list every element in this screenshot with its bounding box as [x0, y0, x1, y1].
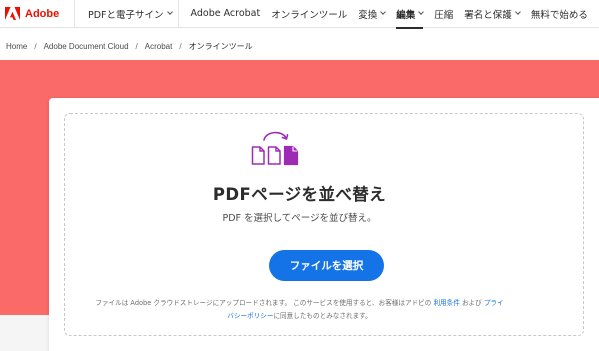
nav-item-convert[interactable]: 変換: [358, 0, 387, 28]
chevron-down-icon: [418, 9, 425, 15]
adobe-logo[interactable]: Adobe: [0, 0, 75, 28]
breadcrumb: Home / Adobe Document Cloud / Acrobat / …: [6, 41, 253, 52]
adobe-a-icon: [5, 7, 20, 20]
chevron-down-icon: [166, 9, 173, 15]
terms-of-use-link[interactable]: 利用条件: [433, 299, 459, 307]
nav-item-label: 変換: [358, 9, 378, 21]
breadcrumb-home[interactable]: Home: [6, 42, 27, 51]
nav-item-adobe-acrobat[interactable]: Adobe Acrobat: [191, 0, 261, 28]
nav-item-label: Adobe Acrobat: [190, 8, 261, 19]
nav-item-edit[interactable]: 編集: [396, 0, 425, 29]
nav-item-sign-protect[interactable]: 署名と保護: [464, 0, 521, 28]
nav-item-label: 圧縮: [434, 9, 454, 21]
privacy-policy-link-part-1[interactable]: プライ: [484, 299, 504, 307]
breadcrumb-current: オンラインツール: [188, 42, 253, 51]
privacy-policy-link-part-2[interactable]: バシーポリシー: [227, 312, 273, 320]
breadcrumb-separator: /: [34, 42, 37, 51]
nav-item-label: 署名と保護: [464, 9, 512, 21]
nav-item-online-tools[interactable]: オンラインツール: [271, 0, 347, 28]
tool-title: PDFページを並べ替え: [212, 185, 387, 204]
legal-text-line-2: バシーポリシーに同意したものとみなされます。: [0, 310, 599, 320]
breadcrumb-acrobat[interactable]: Acrobat: [145, 42, 173, 51]
nav-item-label: 編集: [396, 9, 416, 21]
chevron-down-icon: [514, 9, 521, 15]
nav-item-label: オンラインツール: [271, 9, 348, 21]
breadcrumb-document-cloud[interactable]: Adobe Document Cloud: [44, 42, 129, 51]
legal-text: ファイルは Adobe クラウドストレージにアップロードされます。 このサービス…: [95, 299, 432, 307]
nav-item-label: 無料で始める: [530, 9, 588, 21]
legal-text: に同意したものとみなされます。: [273, 312, 372, 320]
legal-and-text: および: [461, 299, 482, 307]
nav-item-compress[interactable]: 圧縮: [434, 0, 453, 28]
breadcrumb-separator: /: [179, 42, 182, 51]
nav-links: Adobe Acrobat オンラインツール 変換 編集 圧縮 署名と保護 無料…: [179, 0, 588, 29]
brand-name: Adobe: [25, 7, 60, 20]
chevron-down-icon: [380, 9, 387, 15]
nav-menu-label: PDFと電子サイン: [88, 9, 164, 21]
nav-menu-pdf-esign[interactable]: PDFと電子サイン: [75, 0, 179, 28]
global-nav: Adobe PDFと電子サイン Adobe Acrobat オンラインツール 変…: [0, 0, 599, 29]
tool-subtitle: PDF を選択してページを並び替え。: [222, 213, 377, 224]
breadcrumb-separator: /: [135, 42, 138, 51]
nav-item-start-free[interactable]: 無料で始める: [531, 0, 588, 28]
select-file-button[interactable]: ファイルを選択: [269, 250, 384, 281]
reorder-pages-icon: [251, 131, 299, 166]
legal-text-line-1: ファイルは Adobe クラウドストレージにアップロードされます。 このサービス…: [0, 297, 599, 307]
